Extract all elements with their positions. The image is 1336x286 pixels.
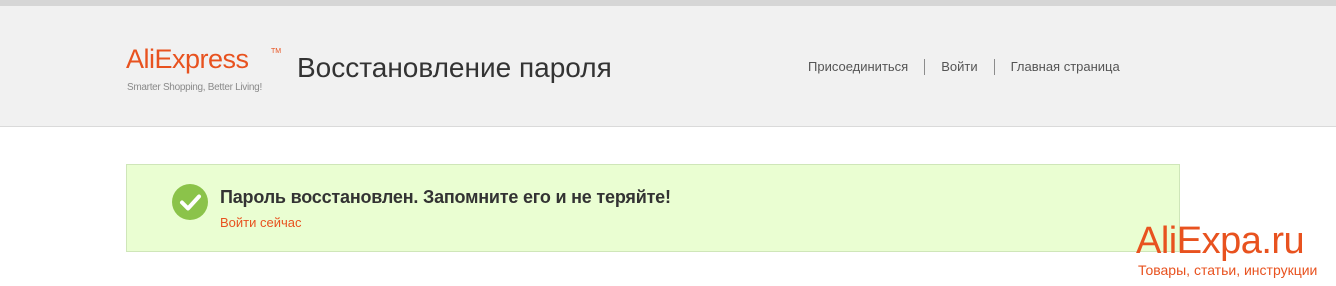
sign-in-link[interactable]: Войти (941, 58, 977, 76)
success-message-title: Пароль восстановлен. Запомните его и не … (220, 187, 671, 207)
top-navigation: Присоединиться Войти Главная страница (808, 58, 1120, 76)
sign-in-now-link[interactable]: Войти сейчас (220, 215, 302, 231)
logo-trademark: TM (271, 48, 282, 55)
success-message-box: Пароль восстановлен. Запомните его и не … (126, 164, 1180, 252)
watermark-site-name: AliExpa.ru (1136, 220, 1305, 262)
site-watermark: AliExpa.ru Товары, статьи, инструкции (1136, 220, 1326, 282)
join-link[interactable]: Присоединиться (808, 58, 908, 76)
logo-brand-text: AliExpress (126, 44, 249, 74)
nav-separator (993, 59, 995, 75)
watermark-tagline: Товары, статьи, инструкции (1138, 262, 1318, 278)
aliexpress-logo[interactable]: AliExpress TM Smarter Shopping, Better L… (126, 42, 286, 102)
home-page-link[interactable]: Главная страница (1011, 58, 1120, 76)
page-header: AliExpress TM Smarter Shopping, Better L… (0, 6, 1336, 127)
check-circle-icon (172, 184, 208, 220)
page-title: Восстановление пароля (297, 52, 612, 83)
logo-tagline: Smarter Shopping, Better Living! (127, 82, 262, 93)
nav-separator (924, 59, 926, 75)
